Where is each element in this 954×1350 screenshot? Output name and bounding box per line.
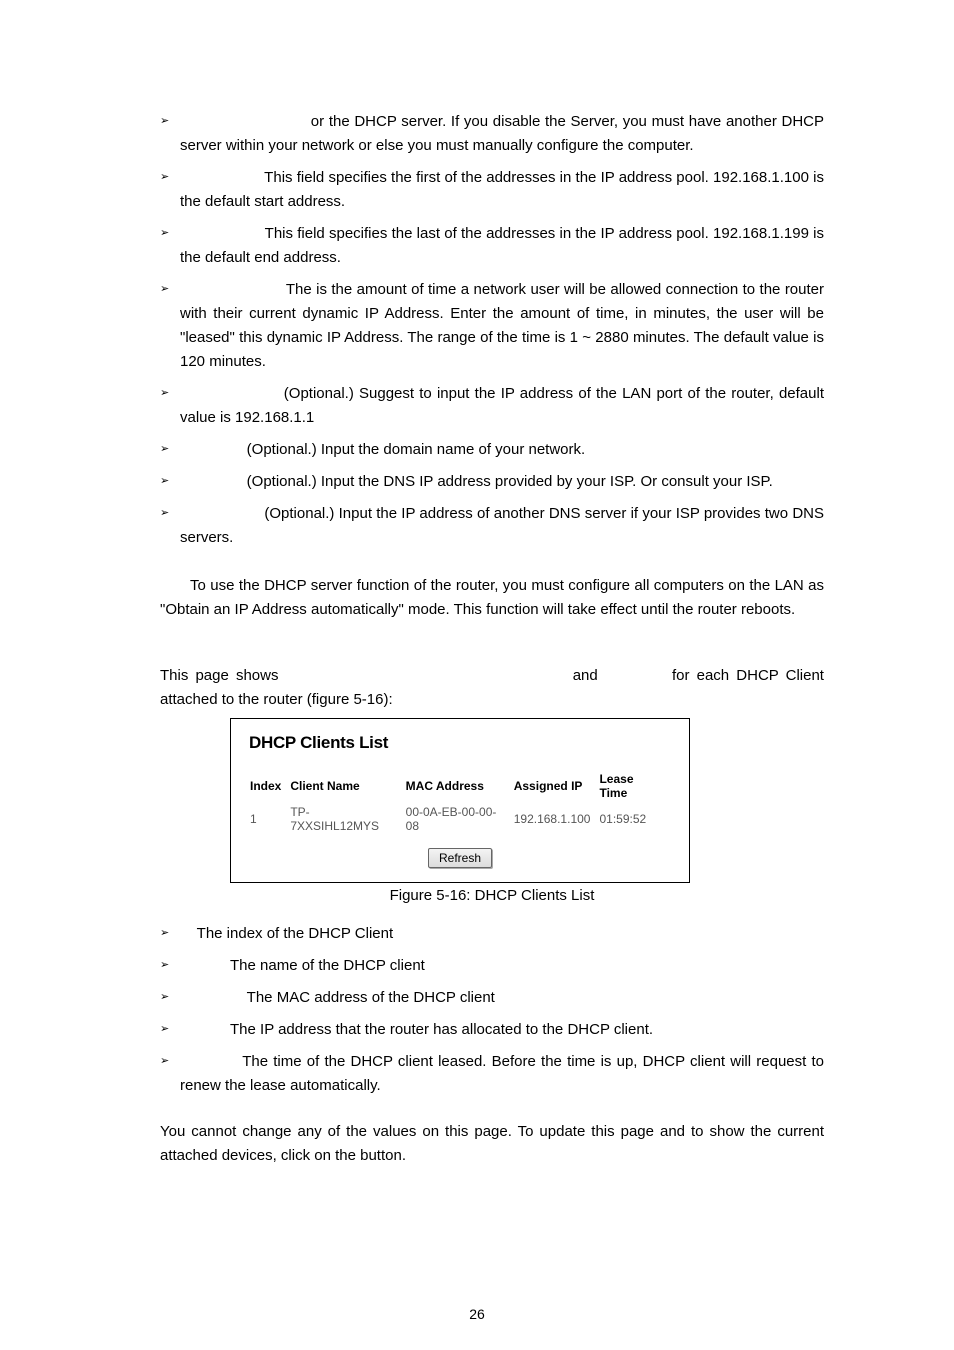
bullet-icon: ➢ xyxy=(160,502,180,524)
closing-note: You cannot change any of the values on t… xyxy=(160,1120,824,1168)
col-client-name: Client Name xyxy=(289,771,404,804)
bullet-icon: ➢ xyxy=(160,278,180,300)
cell-lease-time: 01:59:52 xyxy=(598,804,671,834)
bullet-icon: ➢ xyxy=(160,110,180,132)
bullet-text: The is the amount of time a network user… xyxy=(180,278,824,374)
bullet-text: (Optional.) Input the IP address of anot… xyxy=(180,502,824,550)
bullet-icon: ➢ xyxy=(160,922,180,944)
list-item: ➢ (Optional.) Suggest to input the IP ad… xyxy=(160,382,824,430)
page-number: 26 xyxy=(0,1306,954,1322)
dhcp-clients-figure: DHCP Clients List Index Client Name MAC … xyxy=(230,718,690,883)
col-mac-address: MAC Address xyxy=(405,771,513,804)
bullet-text: The time of the DHCP client leased. Befo… xyxy=(180,1050,824,1098)
dhcp-client-fields-list: ➢ The index of the DHCP Client➢ The name… xyxy=(160,922,824,1098)
list-item: ➢ This field specifies the first of the … xyxy=(160,166,824,214)
figure-title: DHCP Clients List xyxy=(249,733,671,753)
dhcp-server-options-list: ➢ or the DHCP server. If you disable the… xyxy=(160,110,824,550)
bullet-text: This field specifies the last of the add… xyxy=(180,222,824,270)
bullet-icon: ➢ xyxy=(160,954,180,976)
col-index: Index xyxy=(249,771,289,804)
bullet-icon: ➢ xyxy=(160,986,180,1008)
col-lease-time: Lease Time xyxy=(598,771,671,804)
bullet-text: (Optional.) Input the DNS IP address pro… xyxy=(180,470,824,494)
list-item: ➢ The index of the DHCP Client xyxy=(160,922,824,946)
intro-text-a: This page shows xyxy=(160,667,286,684)
refresh-button[interactable]: Refresh xyxy=(428,848,492,868)
list-item: ➢ (Optional.) Input the DNS IP address p… xyxy=(160,470,824,494)
list-item: ➢ The is the amount of time a network us… xyxy=(160,278,824,374)
figure-caption: Figure 5-16: DHCP Clients List xyxy=(160,887,824,904)
intro-text-b: and xyxy=(573,667,605,684)
bullet-text: This field specifies the first of the ad… xyxy=(180,166,824,214)
list-item: ➢ The MAC address of the DHCP client xyxy=(160,986,824,1010)
cell-assigned-ip: 192.168.1.100 xyxy=(513,804,599,834)
bullet-icon: ➢ xyxy=(160,166,180,188)
bullet-icon: ➢ xyxy=(160,222,180,244)
bullet-icon: ➢ xyxy=(160,1018,180,1040)
table-row: 1 TP-7XXSIHL12MYS 00-0A-EB-00-00-08 192.… xyxy=(249,804,671,834)
bullet-icon: ➢ xyxy=(160,438,180,460)
cell-client-name: TP-7XXSIHL12MYS xyxy=(289,804,404,834)
list-item: ➢ The IP address that the router has all… xyxy=(160,1018,824,1042)
bullet-text: The name of the DHCP client xyxy=(180,954,824,978)
table-header-row: Index Client Name MAC Address Assigned I… xyxy=(249,771,671,804)
bullet-icon: ➢ xyxy=(160,1050,180,1072)
bullet-icon: ➢ xyxy=(160,382,180,404)
bullet-text: The IP address that the router has alloc… xyxy=(180,1018,824,1042)
dhcp-server-note: To use the DHCP server function of the r… xyxy=(160,574,824,622)
cell-mac-address: 00-0A-EB-00-00-08 xyxy=(405,804,513,834)
list-item: ➢ This field specifies the last of the a… xyxy=(160,222,824,270)
cell-index: 1 xyxy=(249,804,289,834)
bullet-text: The MAC address of the DHCP client xyxy=(180,986,824,1010)
col-assigned-ip: Assigned IP xyxy=(513,771,599,804)
bullet-text: (Optional.) Suggest to input the IP addr… xyxy=(180,382,824,430)
bullet-icon: ➢ xyxy=(160,470,180,492)
list-item: ➢ (Optional.) Input the IP address of an… xyxy=(160,502,824,550)
dhcp-clients-table: Index Client Name MAC Address Assigned I… xyxy=(249,771,671,834)
bullet-text: or the DHCP server. If you disable the S… xyxy=(180,110,824,158)
list-item: ➢ or the DHCP server. If you disable the… xyxy=(160,110,824,158)
client-list-intro: This page shows and for each DHCP Client… xyxy=(160,664,824,712)
list-item: ➢ The time of the DHCP client leased. Be… xyxy=(160,1050,824,1098)
list-item: ➢ The name of the DHCP client xyxy=(160,954,824,978)
list-item: ➢ (Optional.) Input the domain name of y… xyxy=(160,438,824,462)
bullet-text: (Optional.) Input the domain name of you… xyxy=(180,438,824,462)
bullet-text: The index of the DHCP Client xyxy=(180,922,824,946)
